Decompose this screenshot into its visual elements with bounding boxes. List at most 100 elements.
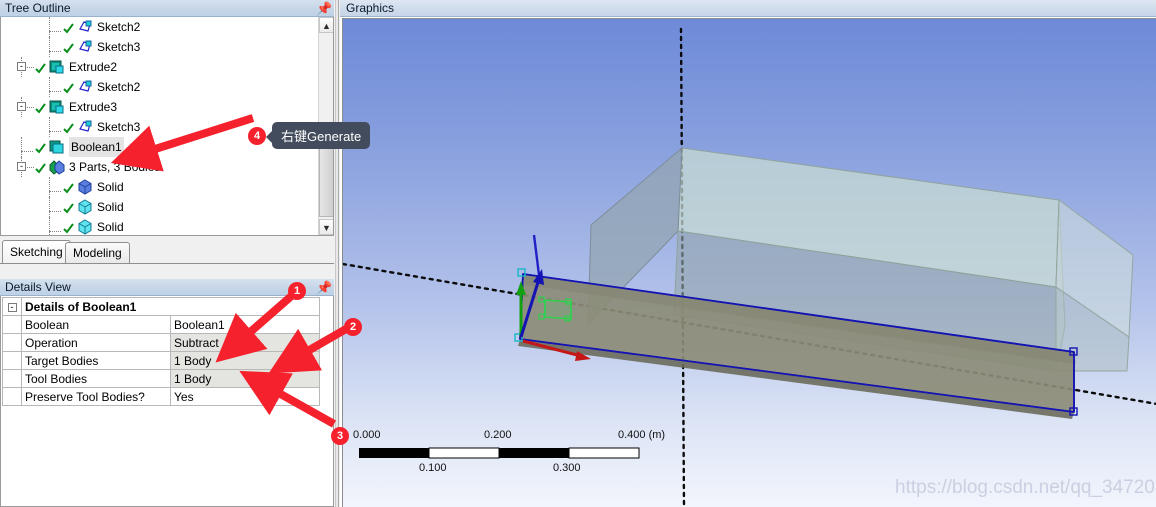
tree-outline-title: Tree Outline (5, 1, 71, 15)
details-view-panel: Details View 📌 - Details of Boolean1 Boole… (0, 279, 334, 507)
tree-item-sketch2[interactable]: Sketch2 (1, 77, 319, 97)
tree-guide-line (49, 231, 61, 232)
boolean-icon (49, 139, 65, 155)
tree-item-label: Sketch3 (97, 40, 141, 54)
scale-label-400: 0.400 (m) (618, 429, 666, 441)
details-row-name: Boolean (21, 315, 171, 334)
graphics-title: Graphics (346, 1, 395, 15)
details-row[interactable]: Target Bodies 1 Body (2, 351, 320, 370)
tree-guide-line (49, 197, 50, 217)
tree-item-solid[interactable]: Solid (1, 177, 319, 197)
tree-item-solid[interactable]: Solid (1, 197, 319, 217)
tree-item-3-parts-3-bodies[interactable]: - 3 Parts, 3 Bodies (1, 157, 319, 177)
status-check-icon (63, 23, 74, 34)
callout-badge-1: 1 (288, 282, 306, 300)
details-row-gutter (2, 351, 22, 370)
details-view-body[interactable]: - Details of Boolean1 Boolean Boolean1 Opera… (0, 296, 334, 507)
tree-expander[interactable]: - (17, 162, 26, 171)
details-row[interactable]: Tool Bodies 1 Body (2, 369, 320, 388)
details-row-value[interactable]: Yes (170, 387, 320, 406)
details-row-gutter (2, 387, 22, 406)
tree-guide-line (49, 211, 61, 212)
tree-guide-line (49, 91, 61, 92)
tab-sketching[interactable]: Sketching (2, 240, 71, 263)
tree-guide-line (21, 151, 33, 152)
scale-label-300: 0.300 (553, 462, 581, 474)
tree-item-label: Extrude2 (69, 60, 118, 74)
details-row[interactable]: Operation Subtract (2, 333, 320, 352)
tree-item-label: 3 Parts, 3 Bodies (69, 160, 161, 174)
tree-guide-line (49, 131, 61, 132)
status-check-icon (35, 63, 46, 74)
tree-item-label: Solid (97, 200, 124, 214)
tree-guide-line (49, 177, 50, 197)
details-row-name: Target Bodies (21, 351, 171, 370)
tree-item-label: Solid (97, 220, 124, 234)
scale-label-100: 0.100 (419, 462, 447, 474)
tab-modeling-label: Modeling (73, 246, 122, 260)
status-check-icon (35, 103, 46, 114)
status-check-icon (35, 163, 46, 174)
sketch-icon (77, 39, 93, 55)
solid-cyan-icon (77, 199, 93, 215)
details-view-header: Details View 📌 (0, 279, 334, 296)
tree-item-label: Boolean1 (69, 137, 124, 157)
tree-expander[interactable]: - (17, 102, 26, 111)
callout-tooltip: 右键Generate (265, 122, 371, 149)
status-check-icon (35, 143, 46, 154)
tree-guide-line (49, 217, 50, 235)
details-group-expander[interactable]: - (2, 297, 22, 316)
tab-strip-baseline (0, 263, 334, 264)
tree-item-solid[interactable]: Solid (1, 217, 319, 235)
parts-icon (49, 159, 65, 175)
tree-item-sketch3[interactable]: Sketch3 (1, 37, 319, 57)
tree-guide-line (27, 167, 34, 168)
tree-expander[interactable]: - (17, 62, 26, 71)
tree-tab-strip: Sketching Modeling (0, 240, 334, 264)
details-table: - Details of Boolean1 Boolean Boolean1 Opera… (2, 297, 320, 406)
extrude-icon (49, 59, 65, 75)
details-row-gutter (2, 315, 22, 334)
pin-icon[interactable]: 📌 (316, 1, 332, 16)
scale-label-200: 0.200 (484, 429, 512, 441)
details-group-title: Details of Boolean1 (21, 297, 320, 316)
details-row-value[interactable]: 1 Body (170, 369, 320, 388)
tree-item-label: Extrude3 (69, 100, 118, 114)
tree-item-extrude2[interactable]: - Extrude2 (1, 57, 319, 77)
details-row-gutter (2, 333, 22, 352)
sketch-icon (77, 19, 93, 35)
watermark-text: https://blog.csdn.net/qq_34720818 (895, 477, 1156, 498)
model-3d-view[interactable] (343, 19, 1156, 507)
solid-cyan-icon (77, 219, 93, 235)
tree-item-label: Solid (97, 180, 124, 194)
callout-badge-3: 3 (331, 427, 349, 445)
scroll-up-icon[interactable]: ▲ (319, 17, 333, 33)
tree-item-sketch2[interactable]: Sketch2 (1, 17, 319, 37)
details-row[interactable]: Boolean Boolean1 (2, 315, 320, 334)
status-check-icon (63, 123, 74, 134)
status-check-icon (63, 183, 74, 194)
tree-guide-line (49, 37, 50, 57)
callout-badge-4: 4 (248, 127, 266, 145)
status-check-icon (63, 83, 74, 94)
tree-item-label: Sketch2 (97, 80, 141, 94)
details-row-value[interactable]: Boolean1 (170, 315, 320, 334)
details-row-value[interactable]: Subtract (170, 333, 320, 352)
graphics-header: Graphics (340, 0, 1156, 17)
status-check-icon (63, 203, 74, 214)
scroll-down-icon[interactable]: ▼ (319, 219, 333, 235)
scale-label-0: 0.000 (353, 429, 381, 441)
details-row[interactable]: Preserve Tool Bodies? Yes (2, 387, 320, 406)
details-row-value[interactable]: 1 Body (170, 351, 320, 370)
graphics-viewport[interactable]: 0.000 0.200 0.400 (m) 0.100 0.300 (342, 18, 1156, 507)
details-row-name: Preserve Tool Bodies? (21, 387, 171, 406)
tree-guide-line (21, 137, 22, 157)
tree-item-extrude3[interactable]: - Extrude3 (1, 97, 319, 117)
tree-guide-line (27, 67, 34, 68)
status-check-icon (63, 43, 74, 54)
tree-guide-line (49, 117, 50, 137)
pin-icon[interactable]: 📌 (316, 280, 332, 295)
details-row-name: Tool Bodies (21, 369, 171, 388)
tab-modeling[interactable]: Modeling (65, 242, 130, 263)
tree-guide-line (49, 191, 61, 192)
